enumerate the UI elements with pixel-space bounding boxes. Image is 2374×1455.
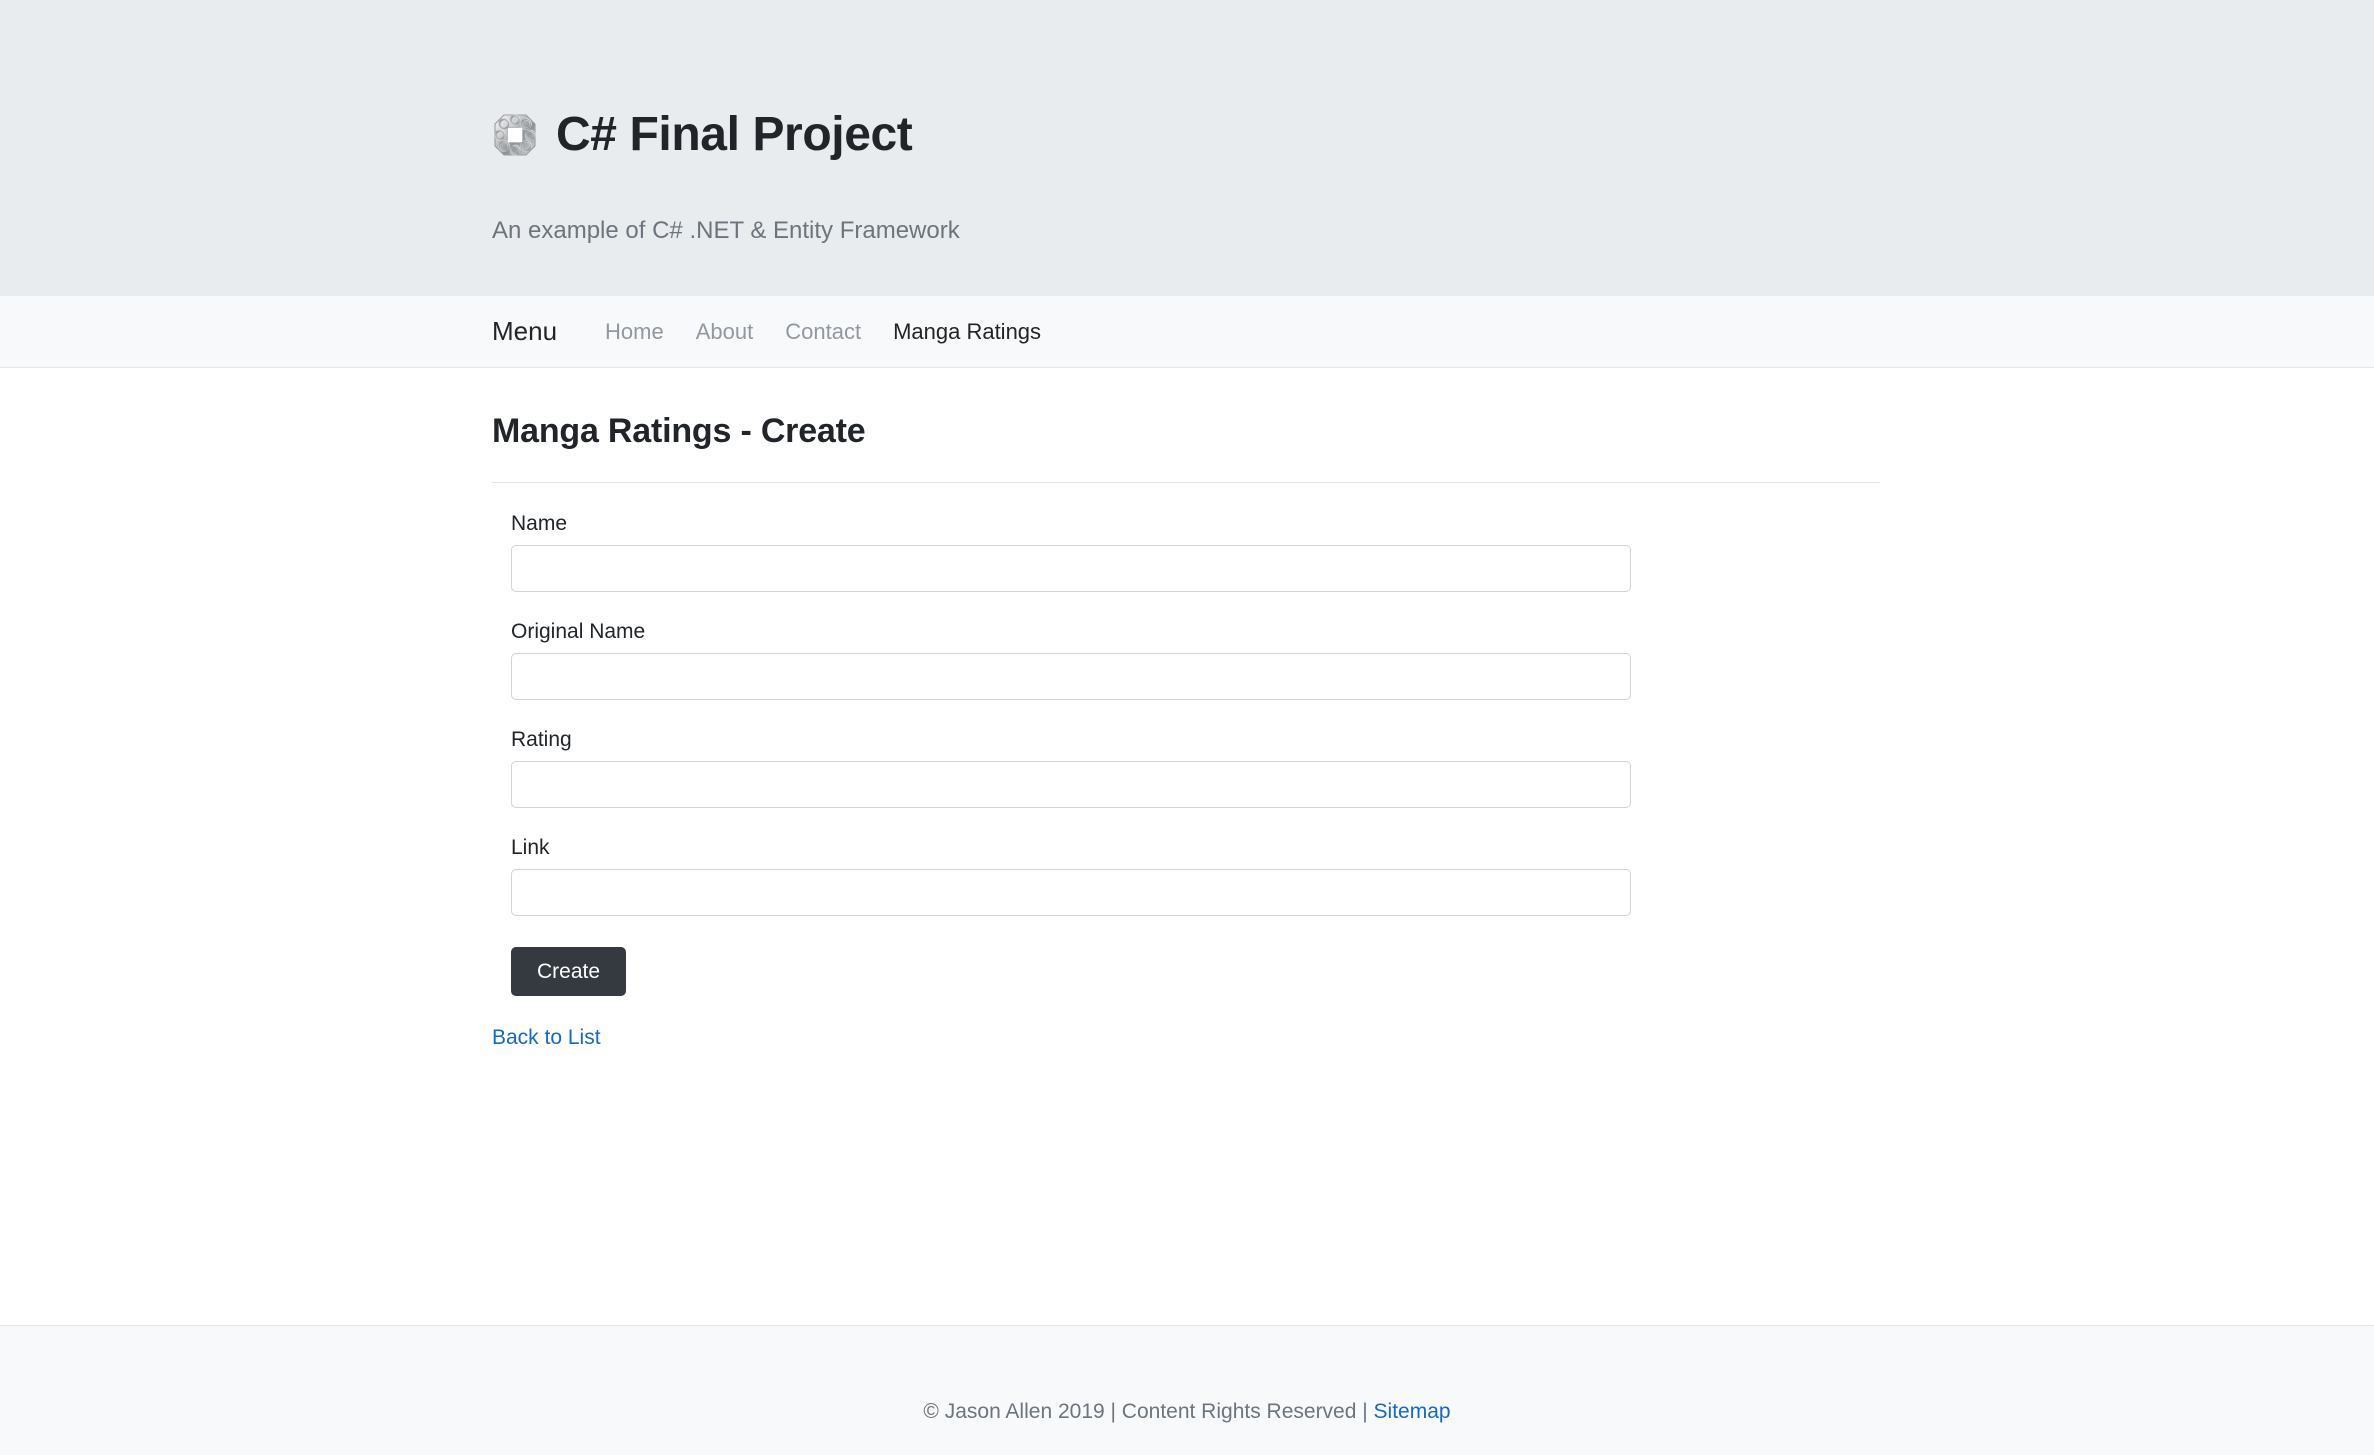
create-button[interactable]: Create xyxy=(511,947,627,997)
input-original-name[interactable] xyxy=(511,652,1631,700)
label-rating: Rating xyxy=(511,727,572,751)
form-group-link: Link xyxy=(492,835,1631,917)
site-title: C# Final Project xyxy=(556,108,913,162)
main-content: Manga Ratings - Create Name Original Nam… xyxy=(0,368,2374,1325)
input-name[interactable] xyxy=(511,544,1631,592)
label-link: Link xyxy=(511,836,550,860)
nav-menu-label: Menu xyxy=(492,316,558,346)
manga-rating-create-form: Name Original Name Rating Link Create xyxy=(492,483,1631,997)
main-navigation: Menu Home About Contact Manga Ratings xyxy=(0,296,2374,368)
back-link-wrapper: Back to List xyxy=(492,1025,2374,1050)
form-group-original-name: Original Name xyxy=(492,619,1631,700)
nav-item-about[interactable]: About xyxy=(680,320,770,343)
sitemap-link[interactable]: Sitemap xyxy=(1374,1400,1451,1423)
nav-item-contact[interactable]: Contact xyxy=(769,320,877,343)
input-link[interactable] xyxy=(511,869,1631,917)
nav-item-home[interactable]: Home xyxy=(605,320,680,343)
masthead-inner: C# Final Project An example of C# .NET &… xyxy=(0,0,2374,246)
input-rating[interactable] xyxy=(511,761,1631,809)
form-group-rating: Rating xyxy=(492,727,1631,809)
site-footer: © Jason Allen 2019 | Content Rights Rese… xyxy=(0,1325,2374,1455)
footer-text: © Jason Allen 2019 | Content Rights Rese… xyxy=(923,1399,1450,1424)
footer-copyright: © Jason Allen 2019 | Content Rights Rese… xyxy=(923,1400,1374,1423)
back-to-list-link[interactable]: Back to List xyxy=(492,1026,601,1049)
form-group-name: Name xyxy=(492,511,1631,592)
site-tagline: An example of C# .NET & Entity Framework xyxy=(492,216,960,244)
page-root: C# Final Project An example of C# .NET &… xyxy=(0,0,2374,1455)
nav-item-manga-ratings[interactable]: Manga Ratings xyxy=(877,320,1057,343)
site-masthead: C# Final Project An example of C# .NET &… xyxy=(0,0,2374,296)
chain-link-ring-logo-icon xyxy=(492,112,538,158)
brand-row: C# Final Project xyxy=(492,78,2374,193)
label-original-name: Original Name xyxy=(511,619,646,643)
label-name: Name xyxy=(511,511,568,535)
page-title: Manga Ratings - Create xyxy=(492,412,866,450)
nav-link-list: Home About Contact Manga Ratings xyxy=(605,320,1057,343)
